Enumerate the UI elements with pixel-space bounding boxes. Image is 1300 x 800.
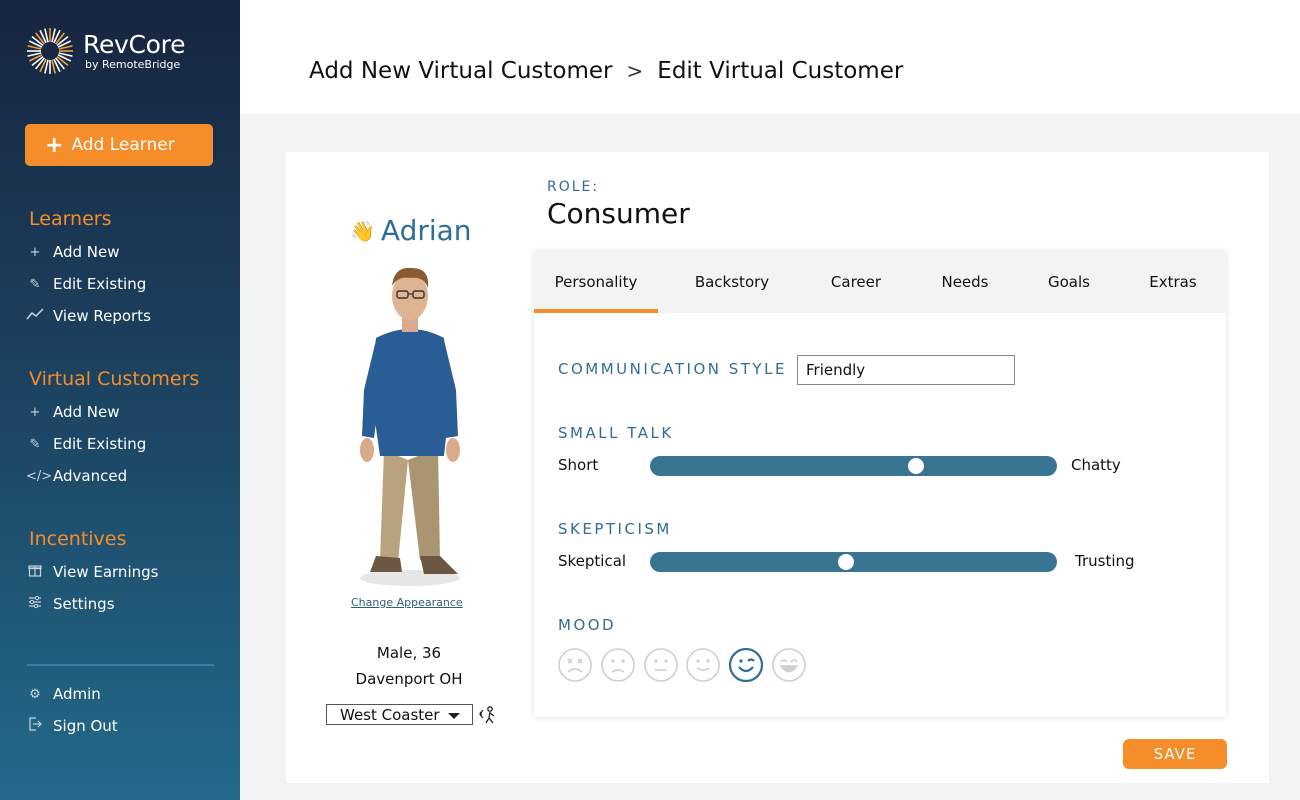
save-button[interactable]: SAVE [1123,739,1227,769]
communication-style-label: COMMUNICATION STYLE [558,360,787,378]
skepticism-slider[interactable] [650,552,1057,572]
mood-very-sad-icon[interactable] [557,647,593,683]
plus-icon: + [45,132,64,158]
nav-item-label: View Earnings [53,563,159,581]
nav-item-view-earnings[interactable]: View Earnings [0,556,240,588]
nav-item-label: Advanced [53,467,128,485]
breadcrumb-parent[interactable]: Add New Virtual Customer [309,58,613,84]
character-demographics: Male, 36 [376,644,442,662]
header: Add New Virtual Customer > Edit Virtual … [240,0,1300,114]
nav-item-label: Settings [53,595,115,613]
tab-goals[interactable]: Goals [1036,250,1102,313]
tab-career[interactable]: Career [814,250,898,313]
sign-out-icon [26,717,44,735]
nav-section-learners: Learners + Add New ✎ Edit Existing View … [0,202,240,332]
mood-neutral-icon[interactable] [643,647,679,683]
nav-heading-virtual-customers: Virtual Customers [29,368,200,390]
gear-icon: ⚙ [29,686,41,702]
mood-content-icon[interactable] [685,647,721,683]
accent-select[interactable]: West Coaster [326,704,473,725]
pencil-icon: ✎ [29,436,41,452]
role-label: ROLE: [547,179,600,195]
waving-hand-icon: 👋 [350,218,375,243]
skepticism-max-label: Trusting [1075,552,1135,570]
sunburst-logo-icon [27,28,73,74]
speaking-person-icon[interactable] [477,704,497,724]
nav-item-vc-add-new[interactable]: + Add New [0,396,240,428]
character-avatar [360,267,460,586]
chart-line-icon [26,308,44,324]
add-learner-label: Add Learner [71,135,175,155]
caret-down-icon [448,713,460,719]
nav-item-vc-edit-existing[interactable]: ✎ Edit Existing [0,428,240,460]
nav-item-view-reports[interactable]: View Reports [0,300,240,332]
nav-item-learners-edit-existing[interactable]: ✎ Edit Existing [0,268,240,300]
sidebar: RevCore by RemoteBridge + Add Learner Le… [0,0,240,800]
code-icon: </> [26,468,53,484]
tab-needs[interactable]: Needs [930,250,1000,313]
change-appearance-link[interactable]: Change Appearance [351,596,463,609]
tab-personality[interactable]: Personality [534,250,658,313]
plus-icon: + [29,244,41,260]
small-talk-min-label: Short [558,456,599,474]
add-learner-button[interactable]: + Add Learner [25,124,213,166]
accent-select-value: West Coaster [340,705,440,724]
nav-heading-incentives: Incentives [29,528,127,550]
tab-backstory[interactable]: Backstory [680,250,784,313]
gift-icon [26,563,44,581]
breadcrumb-separator: > [626,59,644,83]
nav-item-label: Add New [53,243,120,261]
mood-selector [557,647,814,683]
character-location: Davenport OH [355,670,463,688]
skepticism-label: SKEPTICISM [558,520,672,538]
nav-item-admin[interactable]: ⚙ Admin [0,678,240,710]
brand-sub: by RemoteBridge [85,58,181,71]
mood-very-happy-icon[interactable] [771,647,807,683]
character-name-text: Adrian [380,214,472,247]
small-talk-label: SMALL TALK [558,424,674,442]
nav-section-footer: ⚙ Admin Sign Out [0,678,240,742]
role-value: Consumer [547,197,690,230]
tab-extras[interactable]: Extras [1140,250,1206,313]
nav-item-label: Add New [53,403,120,421]
brand-logo[interactable]: RevCore by RemoteBridge [25,26,185,76]
brand-name: RevCore [83,30,186,59]
nav-item-label: Edit Existing [53,275,147,293]
breadcrumb-current: Edit Virtual Customer [657,58,904,84]
nav-item-label: Sign Out [53,717,118,735]
nav-item-label: Admin [53,685,101,703]
sidebar-divider [27,664,214,666]
communication-style-input[interactable]: Friendly [797,355,1015,385]
mood-label: MOOD [558,616,617,634]
skepticism-min-label: Skeptical [558,552,627,570]
small-talk-max-label: Chatty [1071,456,1121,474]
mood-happy-icon[interactable] [728,647,764,683]
character-name: 👋 Adrian [350,214,472,247]
nav-section-incentives: Incentives View Earnings Settings [0,522,240,620]
pencil-icon: ✎ [29,276,41,292]
mood-sad-icon[interactable] [600,647,636,683]
small-talk-slider-thumb[interactable] [908,458,925,474]
nav-item-learners-add-new[interactable]: + Add New [0,236,240,268]
nav-heading-learners: Learners [29,208,112,230]
plus-icon: + [29,404,41,420]
nav-item-label: View Reports [53,307,151,325]
nav-item-label: Edit Existing [53,435,147,453]
nav-item-sign-out[interactable]: Sign Out [0,710,240,742]
nav-item-advanced[interactable]: </> Advanced [0,460,240,492]
skepticism-slider-thumb[interactable] [837,554,854,570]
nav-section-virtual-customers: Virtual Customers + Add New ✎ Edit Exist… [0,362,240,492]
breadcrumb: Add New Virtual Customer > Edit Virtual … [309,58,903,84]
tab-bar: Personality Backstory Career Needs Goals… [534,250,1226,313]
sliders-icon [26,595,44,613]
small-talk-slider[interactable] [650,456,1057,476]
nav-item-settings[interactable]: Settings [0,588,240,620]
